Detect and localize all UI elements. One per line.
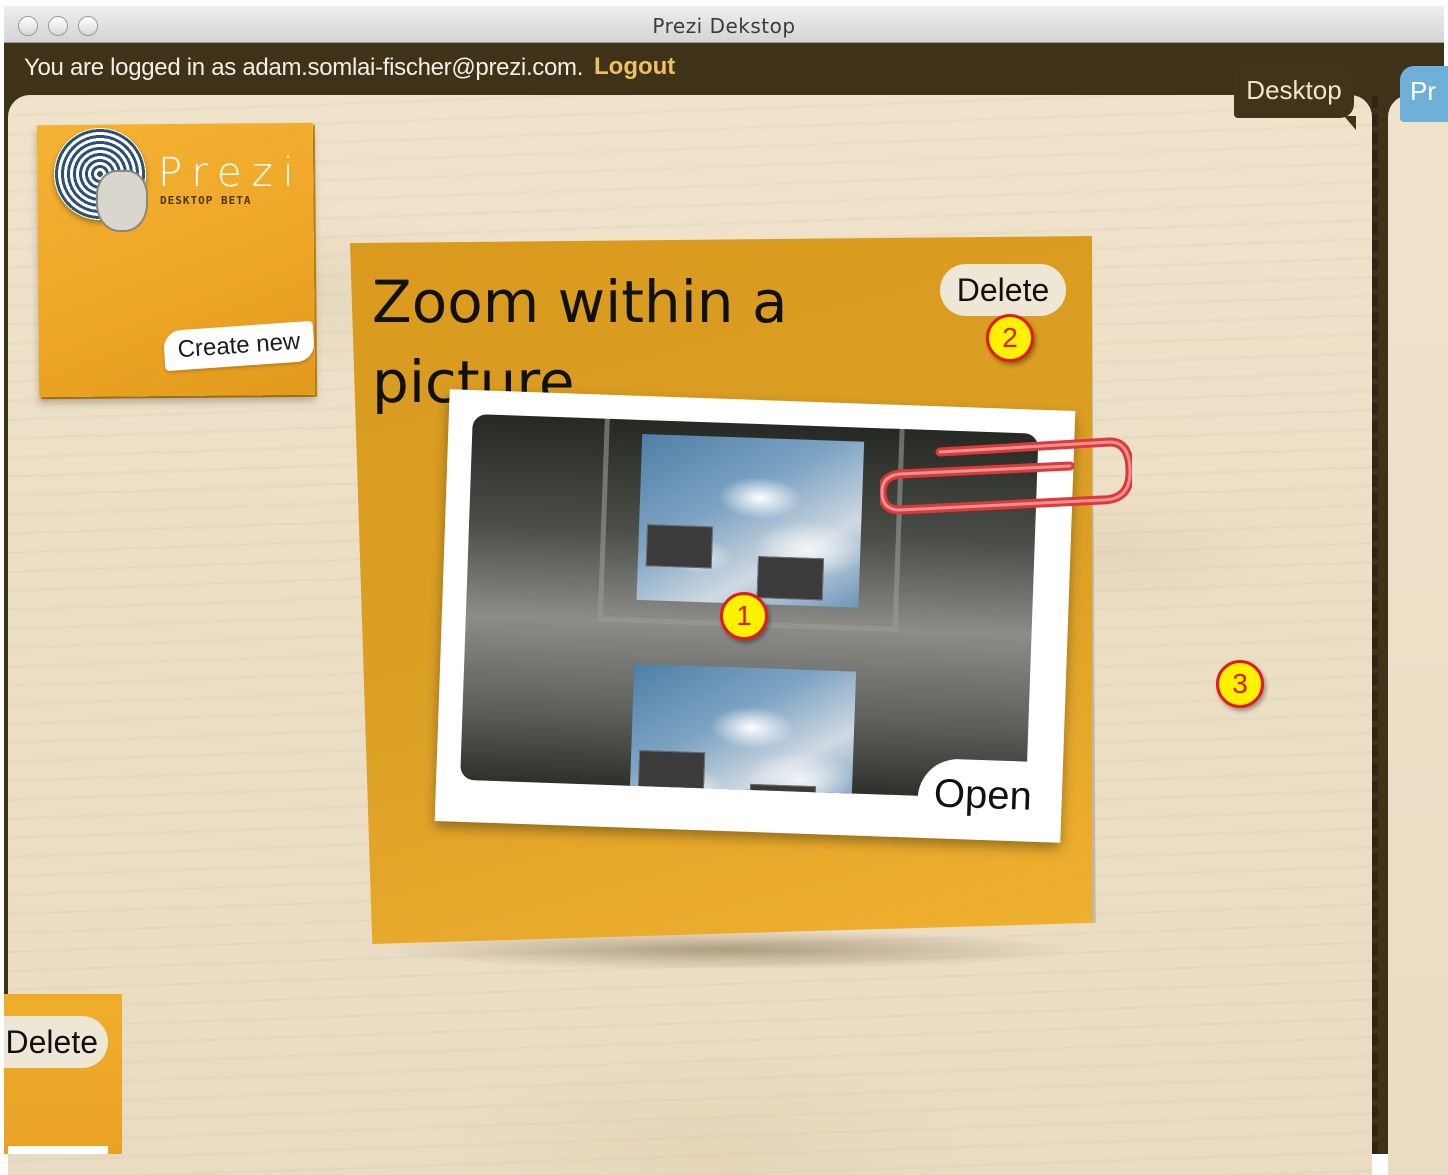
callout-3: 3	[1216, 660, 1264, 708]
thumb-textbox	[756, 556, 825, 601]
account-bar: You are logged in as adam.somlai-fischer…	[4, 43, 1444, 95]
tab-prezi[interactable]: Pr	[1400, 66, 1448, 122]
tab-desktop[interactable]: Desktop	[1234, 66, 1356, 130]
partial-card-edge	[8, 1146, 108, 1154]
callout-1: 1	[720, 592, 768, 640]
delete-button[interactable]: Delete	[940, 264, 1066, 316]
callout-2: 2	[986, 314, 1034, 362]
sky-image	[636, 433, 865, 608]
next-board-panel[interactable]	[1388, 95, 1448, 1175]
paperclip-icon	[880, 437, 1132, 515]
logo-subtitle: DESKTOP BETA	[160, 194, 252, 207]
logout-link[interactable]: Logout	[594, 53, 675, 81]
partial-delete-button[interactable]: Delete	[4, 1016, 108, 1068]
thumb-textbox	[637, 750, 706, 797]
window-title: Prezi Dekstop	[652, 14, 796, 38]
open-button[interactable]: Open	[916, 757, 1050, 827]
thumb-textbox	[749, 783, 817, 800]
thumb-textbox	[645, 524, 714, 569]
login-status-text: You are logged in as adam.somlai-fischer…	[24, 54, 584, 81]
prezi-wordmark: Prezi	[158, 150, 304, 196]
window-titlebar: Prezi Dekstop	[4, 6, 1444, 43]
board-divider	[1372, 96, 1378, 1154]
hand-icon	[96, 170, 148, 232]
